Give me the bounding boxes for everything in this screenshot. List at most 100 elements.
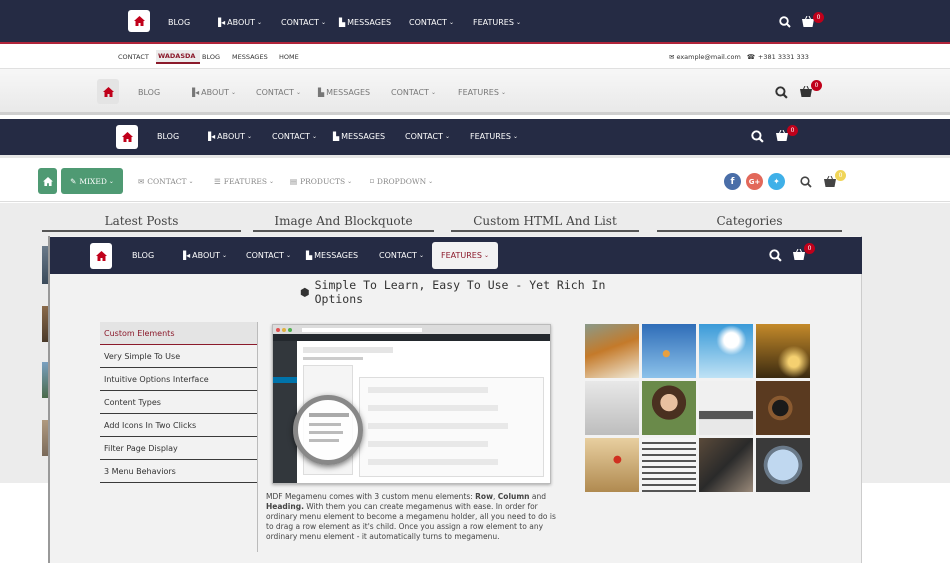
megamenu-side-list: Custom Elements Very Simple To Use Intui…: [100, 322, 257, 483]
nav2-item-blog[interactable]: BLOG: [138, 88, 189, 97]
magnifier-icon: [293, 395, 363, 465]
gallery-image-frame[interactable]: [756, 438, 810, 492]
browser-chrome: [273, 325, 550, 334]
nav2-item-features[interactable]: FEATURES ⌄: [458, 88, 506, 97]
side-item-content-types[interactable]: Content Types: [100, 391, 257, 414]
search-icon[interactable]: [779, 16, 791, 28]
home-button-2[interactable]: [97, 79, 119, 104]
topbar-link-blog[interactable]: BLOG: [202, 53, 232, 61]
home-button-5[interactable]: [90, 243, 112, 269]
side-item-intuitive-options[interactable]: Intuitive Options Interface: [100, 368, 257, 391]
nav5-item-features[interactable]: FEATURES ⌄: [432, 242, 498, 269]
nav3-item-blog[interactable]: BLOG: [157, 132, 205, 141]
search-icon[interactable]: [769, 249, 782, 262]
home-button-4[interactable]: [38, 168, 57, 194]
nav4-item-contact[interactable]: ✉ CONTACT ⌄: [138, 177, 214, 186]
gallery-image-wheat-field[interactable]: [585, 438, 639, 492]
chevron-down-icon: ⌄: [448, 18, 454, 26]
nav5-item-about[interactable]: ▐◂ ABOUT ⌄: [180, 251, 246, 260]
facebook-icon[interactable]: f: [724, 173, 741, 190]
nav2-item-contact-2[interactable]: CONTACT ⌄: [391, 88, 458, 97]
gallery-image-camera[interactable]: [756, 381, 810, 435]
nav1-item-contact-2[interactable]: CONTACT ⌄: [409, 18, 473, 27]
topbar-link-wadasda[interactable]: WADASDA: [156, 50, 200, 64]
nav5-item-messages[interactable]: ▙ MESSAGES: [306, 251, 379, 260]
cart-count-badge: 0: [811, 80, 822, 91]
google-plus-icon[interactable]: G+: [746, 173, 763, 190]
chevron-down-icon: ⌄: [347, 177, 353, 185]
topbar-links: CONTACT WADASDA BLOG MESSAGES HOME: [118, 50, 299, 64]
bullhorn-icon: ▐◂: [205, 131, 216, 141]
home-icon: [133, 16, 145, 26]
side-item-menu-behaviors[interactable]: 3 Menu Behaviors: [100, 460, 257, 483]
nav5-item-contact-2[interactable]: CONTACT ⌄: [379, 251, 432, 260]
gallery-image-lanterns[interactable]: [756, 324, 810, 378]
topbar-email[interactable]: example@mail.com: [676, 53, 740, 61]
side-item-add-icons[interactable]: Add Icons In Two Clicks: [100, 414, 257, 437]
home-button[interactable]: [128, 10, 150, 32]
nav1-item-contact[interactable]: CONTACT ⌄: [281, 18, 339, 27]
nav2-item-about[interactable]: ▐◂ ABOUT ⌄: [189, 88, 256, 97]
gallery-image-laptop[interactable]: [699, 381, 753, 435]
gallery-image-flowers[interactable]: [585, 324, 639, 378]
search-icon[interactable]: [751, 130, 764, 143]
topbar-link-messages[interactable]: MESSAGES: [232, 53, 279, 61]
chevron-down-icon: ⌄: [444, 132, 450, 140]
gallery-image-books[interactable]: [642, 438, 696, 492]
mixed-dropdown-button[interactable]: ✎ MIXED ⌄: [61, 168, 123, 194]
cart-count-badge: 0: [835, 170, 846, 181]
nav3-item-contact-2[interactable]: CONTACT ⌄: [405, 132, 470, 141]
nav1-item-about[interactable]: ▐◂ ABOUT ⌄: [215, 18, 281, 27]
cart-count-badge: 0: [804, 243, 815, 254]
topbar-link-contact[interactable]: CONTACT: [118, 53, 156, 61]
chevron-down-icon: ⌄: [295, 88, 301, 96]
nav2-item-contact[interactable]: CONTACT ⌄: [256, 88, 318, 97]
nav1-item-messages[interactable]: ▙ MESSAGES: [339, 18, 409, 27]
nav2-item-messages[interactable]: ▙ MESSAGES: [318, 88, 391, 97]
nav5-item-contact[interactable]: CONTACT ⌄: [246, 251, 306, 260]
chevron-down-icon: ⌄: [231, 88, 237, 96]
gallery-image-photos[interactable]: [699, 438, 753, 492]
cart-icon[interactable]: [800, 86, 812, 97]
phone-icon: ☎: [746, 53, 755, 61]
search-icon[interactable]: [775, 86, 788, 99]
gallery-image-dreamcatcher[interactable]: [699, 324, 753, 378]
chevron-down-icon: ⌄: [428, 177, 434, 185]
side-item-very-simple[interactable]: Very Simple To Use: [100, 345, 257, 368]
home-button-3[interactable]: [116, 125, 138, 149]
twitter-icon[interactable]: ✦: [768, 173, 785, 190]
chevron-down-icon: ⌄: [500, 88, 506, 96]
chevron-down-icon: ⌄: [512, 132, 518, 140]
side-item-filter-page[interactable]: Filter Page Display: [100, 437, 257, 460]
gallery-image-winter-trees[interactable]: [585, 381, 639, 435]
nav3-item-about[interactable]: ▐◂ ABOUT ⌄: [205, 132, 272, 141]
side-divider: [257, 322, 258, 552]
chart-icon: ▙: [339, 17, 346, 27]
home-icon: [95, 251, 107, 261]
home-icon: [102, 86, 114, 97]
nav1-item-features[interactable]: FEATURES ⌄: [473, 18, 521, 27]
nav1-item-blog[interactable]: BLOG: [168, 18, 215, 27]
search-icon[interactable]: [800, 176, 812, 188]
nav5-item-blog[interactable]: BLOG: [132, 251, 180, 260]
section-heading-latest-posts: Latest Posts: [42, 214, 241, 232]
admin-screenshot-preview: [272, 324, 551, 484]
gallery-image-woman[interactable]: [642, 381, 696, 435]
nav4-item-products[interactable]: ▤ PRODUCTS ⌄: [290, 177, 370, 186]
nav3-item-contact[interactable]: CONTACT ⌄: [272, 132, 333, 141]
megamenu-heading: ⬢ Simple To Learn, Easy To Use - Yet Rich…: [300, 278, 606, 306]
cart-icon[interactable]: [824, 176, 836, 187]
chevron-down-icon: ⌄: [483, 252, 489, 259]
chevron-down-icon: ⌄: [108, 177, 114, 185]
side-item-custom-elements[interactable]: Custom Elements: [100, 322, 257, 345]
gallery-image-balloon[interactable]: [642, 324, 696, 378]
chart-icon: ▙: [318, 87, 325, 97]
cart-icon[interactable]: [793, 249, 805, 260]
nav5-menu: BLOG ▐◂ ABOUT ⌄ CONTACT ⌄ ▙ MESSAGES CONTACT…: [132, 249, 432, 261]
envelope-icon: ✉: [669, 53, 675, 61]
nav4-item-dropdown[interactable]: ⌑ DROPDOWN ⌄: [370, 177, 433, 186]
nav3-item-features[interactable]: FEATURES ⌄: [470, 132, 518, 141]
nav3-item-messages[interactable]: ▙ MESSAGES: [333, 132, 405, 141]
topbar-link-home[interactable]: HOME: [279, 53, 299, 61]
nav4-item-features[interactable]: ☰ FEATURES ⌄: [214, 177, 290, 186]
